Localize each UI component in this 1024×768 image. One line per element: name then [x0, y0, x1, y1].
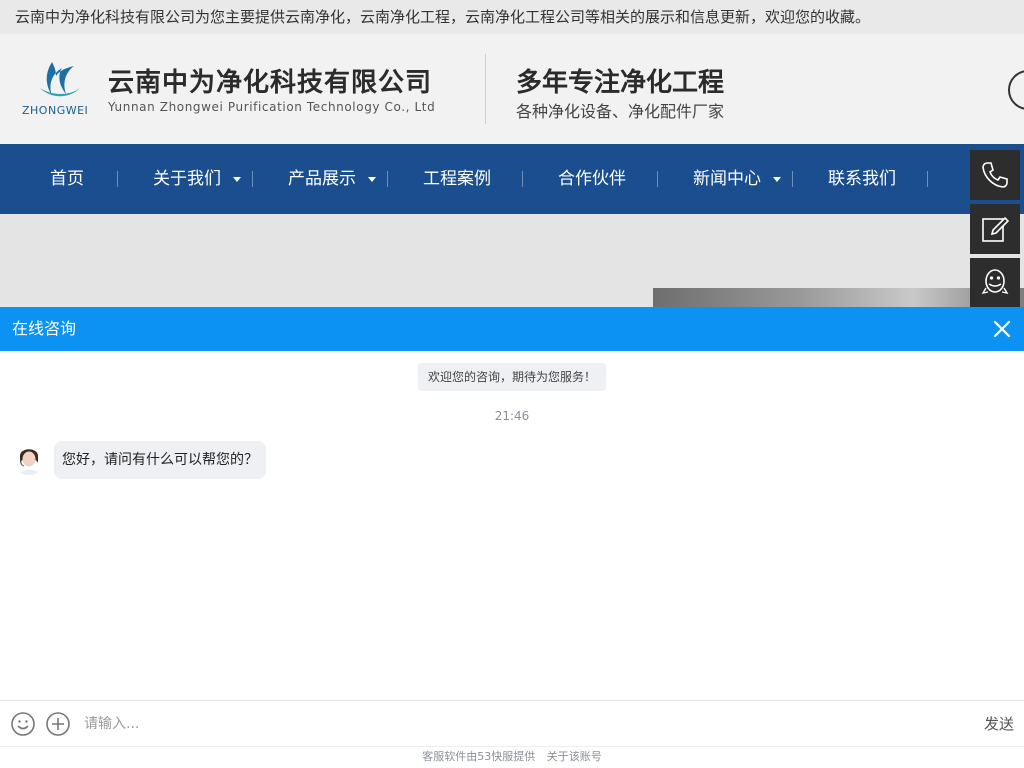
- nav-separator: [522, 171, 523, 187]
- chat-footer: 客服软件由53快服提供 关于该账号: [0, 746, 1024, 768]
- slogan-main: 多年专注净化工程: [516, 68, 725, 98]
- hero-banner: [0, 214, 1024, 314]
- nav-item-partners[interactable]: 合作伙伴: [558, 144, 626, 214]
- header-qq-icon[interactable]: [1008, 70, 1024, 110]
- add-attachment-icon[interactable]: [45, 711, 71, 737]
- nav-item-news[interactable]: 新闻中心: [693, 144, 781, 214]
- main-nav: 首页 关于我们 产品展示 工程案例 合作伙伴 新闻中心 联系我们: [0, 144, 1024, 214]
- nav-item-contact[interactable]: 联系我们: [828, 144, 896, 214]
- nav-item-cases[interactable]: 工程案例: [423, 144, 491, 214]
- nav-item-label: 工程案例: [423, 169, 491, 189]
- top-notice-bar: 云南中为净化科技有限公司为您主要提供云南净化，云南净化工程，云南净化工程公司等相…: [0, 0, 1024, 34]
- nav-item-label: 首页: [50, 169, 84, 189]
- logo-wordmark: ZHONGWEI: [22, 104, 89, 117]
- nav-separator: [657, 171, 658, 187]
- nav-item-label: 联系我们: [828, 169, 896, 189]
- top-notice-text: 云南中为净化科技有限公司为您主要提供云南净化，云南净化工程，云南净化工程公司等相…: [15, 8, 871, 26]
- about-account-link[interactable]: 关于该账号: [547, 750, 602, 763]
- chat-input-bar: 发送: [0, 700, 1024, 746]
- side-qq-button[interactable]: [970, 258, 1020, 307]
- nav-separator: [252, 171, 253, 187]
- agent-avatar-icon: [12, 441, 46, 475]
- chat-body: 欢迎您的咨询，期待为您服务！ 21:46 您好，请问有什么可以帮您的？: [0, 351, 1024, 700]
- header-divider: [485, 54, 486, 124]
- phone-icon: [982, 162, 1008, 188]
- agent-avatar: [12, 441, 46, 475]
- nav-item-label: 关于我们: [153, 169, 221, 189]
- emoji-icon[interactable]: [10, 711, 36, 737]
- side-message-button[interactable]: [970, 204, 1020, 254]
- nav-item-label: 新闻中心: [693, 169, 761, 189]
- nav-separator: [387, 171, 388, 187]
- nav-separator: [792, 171, 793, 187]
- chat-title: 在线咨询: [12, 319, 77, 338]
- caret-down-icon: [773, 176, 781, 182]
- nav-separator: [927, 171, 928, 187]
- qq-icon: [981, 268, 1009, 294]
- nav-item-home[interactable]: 首页: [50, 144, 84, 214]
- company-name-cn: 云南中为净化科技有限公司: [108, 68, 433, 98]
- close-icon[interactable]: [992, 319, 1012, 339]
- edit-icon: [982, 216, 1010, 242]
- message-timestamp: 21:46: [494, 409, 530, 423]
- nav-item-products[interactable]: 产品展示: [288, 144, 376, 214]
- site-header: ZHONGWEI 云南中为净化科技有限公司 Yunnan Zhongwei Pu…: [0, 34, 1024, 144]
- nav-item-label: 产品展示: [288, 169, 356, 189]
- side-phone-button[interactable]: [970, 150, 1020, 200]
- nav-separator: [117, 171, 118, 187]
- welcome-notice: 欢迎您的咨询，期待为您服务！: [418, 363, 606, 391]
- company-name-en: Yunnan Zhongwei Purification Technology …: [108, 100, 436, 114]
- nav-item-label: 合作伙伴: [558, 169, 626, 189]
- logo-swirl-icon: [40, 62, 80, 97]
- caret-down-icon: [233, 176, 241, 182]
- caret-down-icon: [368, 176, 376, 182]
- nav-item-about[interactable]: 关于我们: [153, 144, 241, 214]
- chat-header: 在线咨询: [0, 307, 1024, 351]
- send-button[interactable]: 发送: [984, 709, 1014, 739]
- agent-message-bubble: 您好，请问有什么可以帮您的？: [54, 441, 266, 479]
- chat-message-input[interactable]: [84, 709, 944, 739]
- provider-link[interactable]: 客服软件由53快服提供: [422, 750, 535, 763]
- slogan-sub: 各种净化设备、净化配件厂家: [516, 102, 725, 121]
